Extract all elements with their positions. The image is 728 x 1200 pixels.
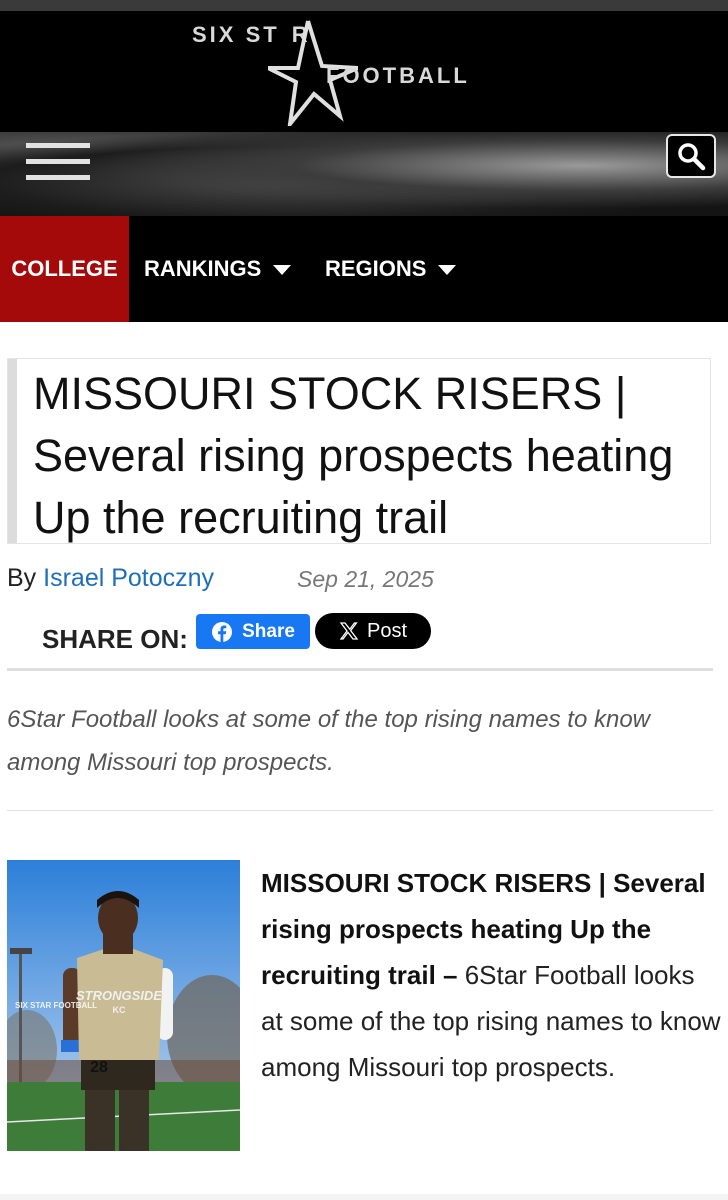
nav-regions-label: REGIONS xyxy=(325,256,427,281)
x-post-label: Post xyxy=(366,619,408,642)
article-excerpt: 6Star Football looks at some of the top … xyxy=(7,706,650,776)
caret-down-icon xyxy=(438,265,457,276)
facebook-share-label: Share xyxy=(242,620,295,642)
bottom-divider xyxy=(0,1194,728,1200)
article-title: MISSOURI STOCK RISERS | Several rising p… xyxy=(33,368,674,543)
nav-college-label: COLLEGE xyxy=(11,256,118,281)
article-card-text[interactable]: MISSOURI STOCK RISERS | Several rising p… xyxy=(261,860,721,1090)
article-thumbnail[interactable]: STRONGSIDE KC 28 SIX STAR FOOTBALL xyxy=(7,860,240,1151)
player-photo: STRONGSIDE KC 28 SIX STAR FOOTBALL xyxy=(7,860,240,1151)
divider xyxy=(7,668,713,671)
author-link[interactable]: Israel Potoczny xyxy=(43,564,214,592)
nav-rankings[interactable]: RANKINGS xyxy=(144,216,292,322)
jersey-sub-text: KC xyxy=(113,1005,126,1015)
byline: By Israel Potoczny xyxy=(7,564,214,593)
search-button[interactable] xyxy=(666,134,716,178)
publish-date: Sep 21, 2025 xyxy=(297,566,434,592)
title-accent-bar xyxy=(8,359,17,543)
share-label: SHARE ON: xyxy=(42,624,188,654)
hamburger-menu-icon[interactable] xyxy=(26,143,90,180)
caret-down-icon xyxy=(273,265,292,276)
jersey-number: 28 xyxy=(90,1059,108,1076)
top-border xyxy=(0,0,728,11)
byline-prefix: By xyxy=(7,564,37,592)
nav-college[interactable]: COLLEGE xyxy=(0,216,129,322)
facebook-share-button[interactable]: Share xyxy=(196,614,310,649)
x-post-button[interactable]: Post xyxy=(315,613,431,649)
x-logo-icon xyxy=(339,622,359,640)
logo-text-football: FOOTBALL xyxy=(326,63,470,88)
photo-watermark: SIX STAR FOOTBALL xyxy=(15,1001,97,1010)
divider xyxy=(7,810,713,811)
facebook-icon xyxy=(212,621,233,642)
header-banner xyxy=(0,132,728,216)
nav-regions[interactable]: REGIONS xyxy=(325,216,457,322)
search-icon xyxy=(678,143,706,171)
nav-rankings-label: RANKINGS xyxy=(144,256,262,281)
